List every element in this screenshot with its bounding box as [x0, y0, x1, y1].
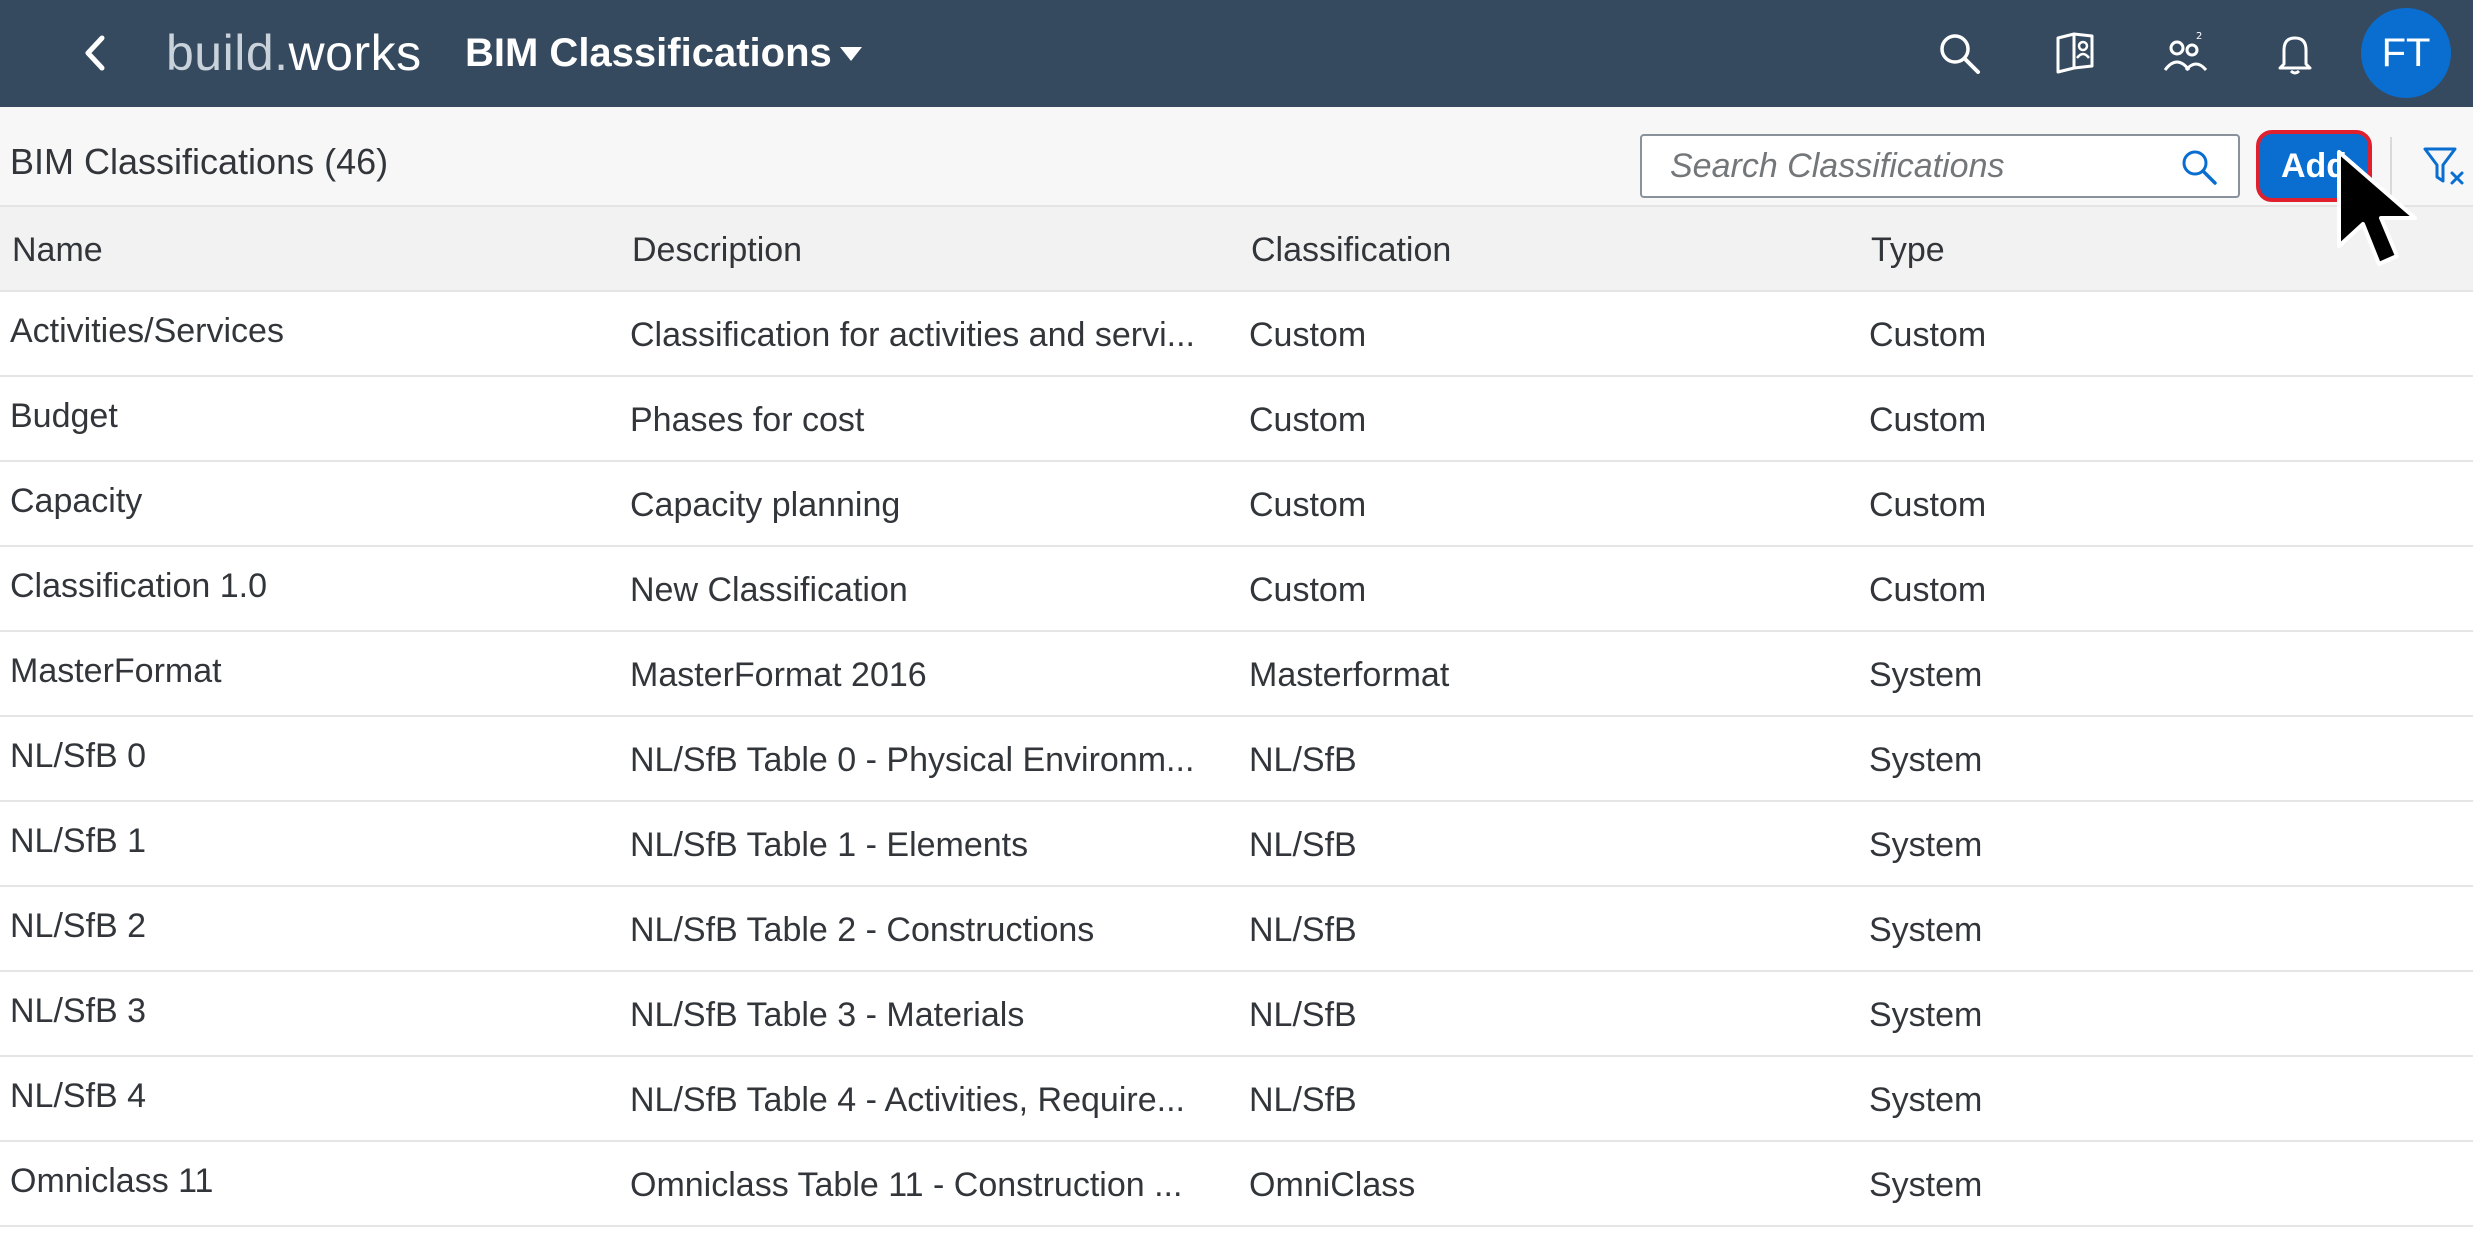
- cell-description: New Classification: [630, 571, 908, 609]
- cell-name: NL/SfB 4: [10, 1077, 147, 1115]
- table-row[interactable]: Activities/Services Classification for a…: [0, 292, 2473, 377]
- team-members-icon[interactable]: 2: [2160, 28, 2210, 78]
- cell-type: System: [1869, 826, 1983, 864]
- cell-type: System: [1869, 996, 1983, 1034]
- search-icon[interactable]: [1934, 28, 1984, 78]
- cell-classification: Masterformat: [1249, 656, 1450, 694]
- cell-type: Custom: [1869, 571, 1987, 609]
- cell-type: System: [1869, 911, 1983, 949]
- dropdown-caret-icon[interactable]: [836, 42, 866, 66]
- logo-part-build: build.: [166, 25, 289, 81]
- search-field[interactable]: [1640, 134, 2240, 198]
- table-row[interactable]: Budget Phases for cost Custom Custom: [0, 377, 2473, 462]
- table-header: Name Description Classification Type: [0, 207, 2473, 292]
- cell-classification: OmniClass: [1249, 1166, 1416, 1204]
- cell-description: MasterFormat 2016: [630, 656, 927, 694]
- table-row[interactable]: MasterFormat MasterFormat 2016 Masterfor…: [0, 632, 2473, 717]
- column-header-description[interactable]: Description: [632, 229, 802, 271]
- table-title: BIM Classifications (46): [10, 141, 389, 182]
- cell-name: Capacity: [10, 482, 143, 520]
- cell-type: System: [1869, 741, 1983, 779]
- table-toolbar: BIM Classifications (46) Add: [0, 107, 2473, 207]
- cell-classification: Custom: [1249, 316, 1367, 354]
- shell-bar: build.works BIM Classifications 2 FT: [0, 0, 2473, 107]
- cell-classification: NL/SfB: [1249, 996, 1357, 1034]
- cell-description: Classification for activities and servi.…: [630, 316, 1195, 354]
- cell-type: System: [1869, 656, 1983, 694]
- cell-classification: NL/SfB: [1249, 1081, 1357, 1119]
- cell-classification: NL/SfB: [1249, 911, 1357, 949]
- table-row[interactable]: NL/SfB 3 NL/SfB Table 3 - Materials NL/S…: [0, 972, 2473, 1057]
- cell-name: Omniclass 11: [10, 1162, 214, 1200]
- cell-description: NL/SfB Table 1 - Elements: [630, 826, 1029, 864]
- table-row[interactable]: NL/SfB 4 NL/SfB Table 4 - Activities, Re…: [0, 1057, 2473, 1142]
- table-row[interactable]: NL/SfB 2 NL/SfB Table 2 - Constructions …: [0, 887, 2473, 972]
- logo-part-works: works: [288, 25, 422, 81]
- column-header-type[interactable]: Type: [1871, 229, 1945, 271]
- filter-clear-icon[interactable]: [2422, 143, 2470, 191]
- search-icon[interactable]: [2178, 146, 2220, 188]
- cell-name: Activities/Services: [10, 312, 284, 350]
- project-book-icon[interactable]: [2050, 28, 2100, 78]
- cell-name: NL/SfB 0: [10, 737, 147, 775]
- cell-name: NL/SfB 1: [10, 822, 147, 860]
- table-row[interactable]: NL/SfB 0 NL/SfB Table 0 - Physical Envir…: [0, 717, 2473, 802]
- table-row[interactable]: Capacity Capacity planning Custom Custom: [0, 462, 2473, 547]
- table-row[interactable]: Omniclass 11 Omniclass Table 11 - Constr…: [0, 1142, 2473, 1227]
- cell-description: Capacity planning: [630, 486, 901, 524]
- app-title[interactable]: BIM Classifications: [465, 28, 832, 78]
- column-header-name[interactable]: Name: [12, 229, 103, 271]
- bell-icon[interactable]: [2270, 28, 2320, 78]
- cell-type: Custom: [1869, 401, 1987, 439]
- cell-description: NL/SfB Table 3 - Materials: [630, 996, 1025, 1034]
- user-avatar[interactable]: FT: [2361, 8, 2451, 98]
- cell-name: NL/SfB 2: [10, 907, 147, 945]
- cell-name: Classification 1.0: [10, 567, 268, 605]
- back-chevron-icon[interactable]: [72, 28, 122, 78]
- column-header-classification[interactable]: Classification: [1251, 229, 1451, 271]
- cell-classification: NL/SfB: [1249, 826, 1357, 864]
- cell-name: Budget: [10, 397, 118, 435]
- cell-description: NL/SfB Table 0 - Physical Environm...: [630, 741, 1195, 779]
- table-row[interactable]: Classification 1.0 New Classification Cu…: [0, 547, 2473, 632]
- svg-text:2: 2: [2196, 31, 2202, 42]
- table-row[interactable]: NL/SfB 1 NL/SfB Table 1 - Elements NL/Sf…: [0, 802, 2473, 887]
- cell-description: NL/SfB Table 4 - Activities, Require...: [630, 1081, 1185, 1119]
- search-input[interactable]: [1644, 138, 2144, 194]
- cell-name: NL/SfB 3: [10, 992, 147, 1030]
- cell-classification: Custom: [1249, 486, 1367, 524]
- cell-type: System: [1869, 1081, 1983, 1119]
- cell-description: NL/SfB Table 2 - Constructions: [630, 911, 1095, 949]
- cell-classification: Custom: [1249, 571, 1367, 609]
- cell-type: Custom: [1869, 316, 1987, 354]
- product-logo[interactable]: build.works: [166, 22, 422, 84]
- cell-description: Phases for cost: [630, 401, 865, 439]
- cell-type: Custom: [1869, 486, 1987, 524]
- mouse-cursor-icon: [2337, 150, 2417, 266]
- cell-classification: Custom: [1249, 401, 1367, 439]
- cell-classification: NL/SfB: [1249, 741, 1357, 779]
- cell-type: System: [1869, 1166, 1983, 1204]
- cell-description: Omniclass Table 11 - Construction ...: [630, 1166, 1183, 1204]
- cell-name: MasterFormat: [10, 652, 222, 690]
